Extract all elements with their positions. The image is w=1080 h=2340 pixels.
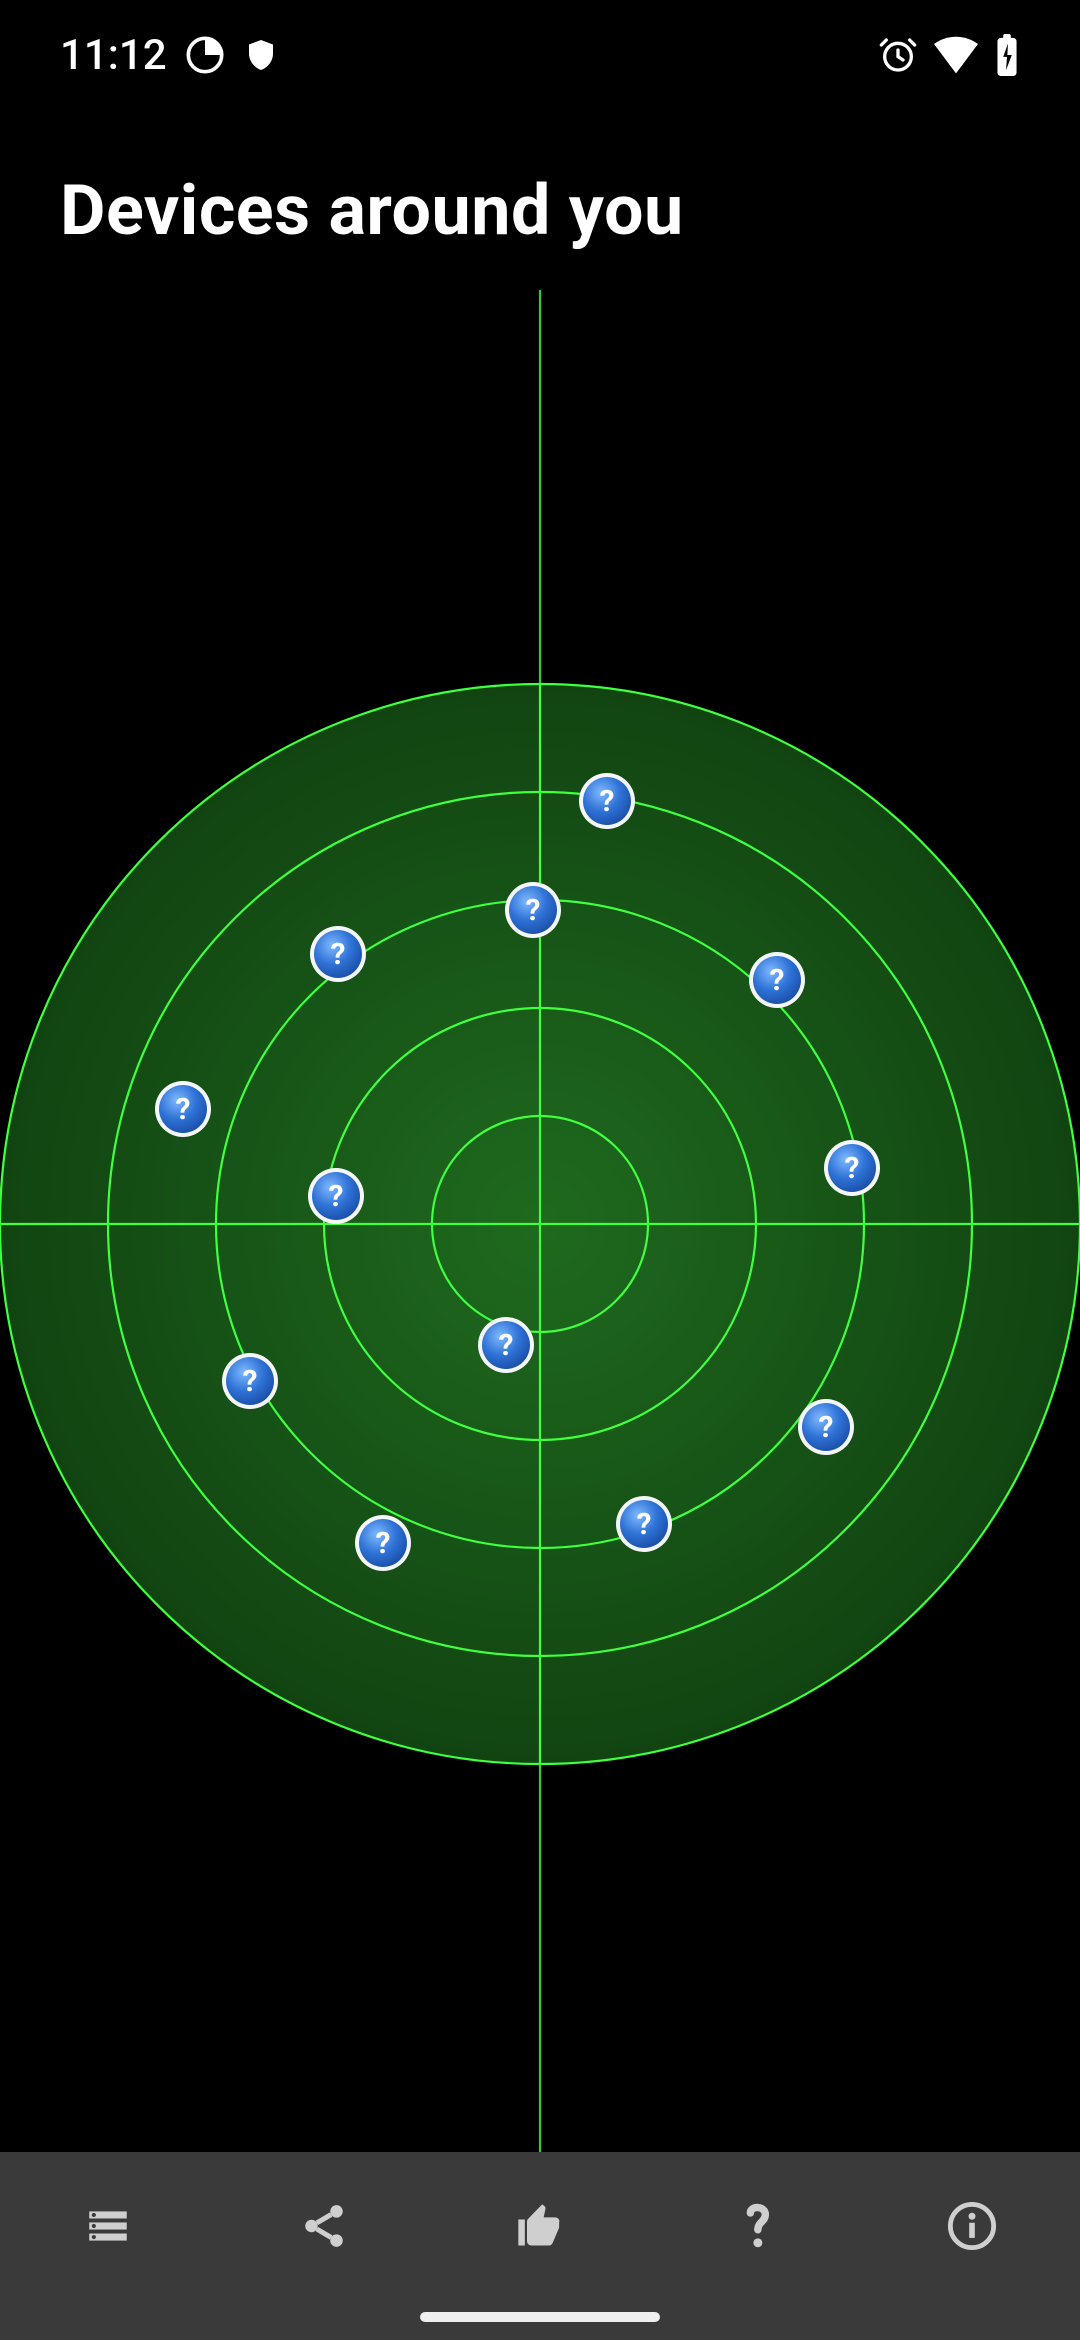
device-marker[interactable]: ? bbox=[355, 1515, 411, 1571]
device-marker[interactable]: ? bbox=[478, 1317, 534, 1373]
device-marker-label: ? bbox=[331, 937, 346, 972]
page-title: Devices around you bbox=[60, 170, 684, 252]
thumbs-up-icon bbox=[514, 2200, 566, 2252]
nav-like-button[interactable] bbox=[432, 2152, 648, 2300]
gesture-bar[interactable] bbox=[420, 2312, 660, 2322]
device-marker[interactable]: ? bbox=[310, 926, 366, 982]
share-icon bbox=[299, 2201, 349, 2251]
device-marker-label: ? bbox=[526, 893, 541, 928]
help-icon bbox=[733, 2198, 779, 2254]
device-marker-label: ? bbox=[329, 1179, 344, 1214]
device-marker-label: ? bbox=[176, 1092, 191, 1127]
nav-list-button[interactable] bbox=[0, 2152, 216, 2300]
device-marker[interactable]: ? bbox=[308, 1168, 364, 1224]
device-marker[interactable]: ? bbox=[798, 1399, 854, 1455]
device-marker-label: ? bbox=[770, 963, 785, 998]
battery-charging-icon bbox=[994, 34, 1020, 76]
device-marker[interactable]: ? bbox=[749, 952, 805, 1008]
status-right bbox=[878, 34, 1020, 76]
device-marker-label: ? bbox=[600, 784, 615, 819]
device-marker[interactable]: ? bbox=[579, 773, 635, 829]
bottom-nav bbox=[0, 2152, 1080, 2340]
alarm-icon bbox=[878, 35, 918, 75]
device-marker[interactable]: ? bbox=[616, 1496, 672, 1552]
device-marker-label: ? bbox=[499, 1328, 514, 1363]
shield-icon bbox=[243, 37, 279, 73]
wifi-icon bbox=[934, 35, 978, 75]
radar-view[interactable]: ???????????? bbox=[0, 290, 1080, 2152]
list-icon bbox=[83, 2201, 133, 2251]
device-marker[interactable]: ? bbox=[155, 1081, 211, 1137]
device-marker-label: ? bbox=[845, 1151, 860, 1186]
device-marker-label: ? bbox=[376, 1526, 391, 1561]
status-time: 11:12 bbox=[60, 31, 167, 80]
device-marker[interactable]: ? bbox=[505, 882, 561, 938]
status-left: 11:12 bbox=[60, 31, 279, 80]
status-bar: 11:12 bbox=[0, 0, 1080, 110]
nav-share-button[interactable] bbox=[216, 2152, 432, 2300]
device-marker[interactable]: ? bbox=[222, 1353, 278, 1409]
radar-svg: ???????????? bbox=[0, 290, 1080, 2152]
device-marker-label: ? bbox=[243, 1364, 258, 1399]
device-marker[interactable]: ? bbox=[824, 1140, 880, 1196]
device-marker-label: ? bbox=[819, 1410, 834, 1445]
nav-info-button[interactable] bbox=[864, 2152, 1080, 2300]
nav-help-button[interactable] bbox=[648, 2152, 864, 2300]
data-saver-icon bbox=[185, 35, 225, 75]
device-marker-label: ? bbox=[637, 1507, 652, 1542]
info-icon bbox=[946, 2200, 998, 2252]
